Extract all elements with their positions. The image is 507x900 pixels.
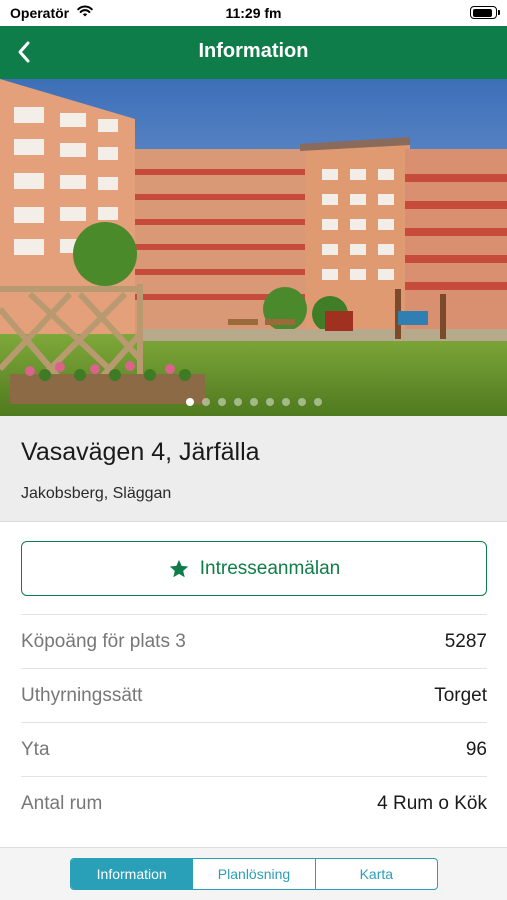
address-section: Vasavägen 4, Järfälla Jakobsberg, Slägga… bbox=[0, 416, 507, 522]
page-dot[interactable] bbox=[233, 398, 242, 406]
status-time: 11:29 fm bbox=[225, 5, 282, 21]
apartment-photo-carousel[interactable] bbox=[0, 79, 507, 416]
detail-label: Yta bbox=[21, 738, 50, 760]
page-dot[interactable] bbox=[217, 398, 226, 406]
detail-row: Köpoäng för plats 3 5287 bbox=[21, 614, 487, 668]
page-dot[interactable] bbox=[265, 398, 274, 406]
tab-information[interactable]: Information bbox=[71, 859, 193, 889]
interest-button-label: Intresseanmälan bbox=[199, 557, 341, 579]
detail-list: Köpoäng för plats 3 5287 Uthyrningssätt … bbox=[21, 614, 487, 830]
detail-value: 4 Rum o Kök bbox=[377, 792, 487, 814]
listing-area: Jakobsberg, Släggan bbox=[21, 485, 172, 502]
detail-value: 5287 bbox=[444, 630, 487, 652]
detail-row: Yta 96 bbox=[21, 722, 487, 776]
tab-floor-plan[interactable]: Planlösning bbox=[192, 859, 314, 889]
star-icon bbox=[169, 559, 188, 577]
page-dot[interactable] bbox=[249, 398, 258, 406]
apartment-photo bbox=[0, 79, 507, 416]
page-dot[interactable] bbox=[297, 398, 306, 406]
interest-registration-button[interactable]: Intresseanmälan bbox=[21, 541, 487, 596]
page-dot[interactable] bbox=[185, 398, 194, 406]
battery-icon bbox=[470, 6, 500, 19]
detail-label: Antal rum bbox=[21, 792, 103, 814]
detail-row: Uthyrningssätt Torget bbox=[21, 668, 487, 722]
detail-label: Uthyrningssätt bbox=[21, 684, 143, 706]
page-title: Information bbox=[198, 40, 309, 62]
page-dot[interactable] bbox=[313, 398, 322, 406]
page-dot[interactable] bbox=[201, 398, 210, 406]
detail-row: Antal rum 4 Rum o Kök bbox=[21, 776, 487, 830]
view-segmented-control: Information Planlösning Karta bbox=[70, 858, 438, 890]
tab-map[interactable]: Karta bbox=[314, 859, 437, 889]
battery-level bbox=[472, 8, 492, 17]
detail-label: Köpoäng för plats 3 bbox=[21, 630, 186, 652]
page-dot[interactable] bbox=[281, 398, 290, 406]
navigation-bar: Information bbox=[0, 26, 507, 79]
listing-address: Vasavägen 4, Järfälla bbox=[21, 438, 260, 466]
bottom-toolbar: Information Planlösning Karta bbox=[0, 847, 507, 900]
status-bar: Operatör 11:29 fm bbox=[0, 0, 507, 26]
page-indicator[interactable] bbox=[0, 398, 507, 406]
detail-value: 96 bbox=[465, 738, 487, 760]
detail-value: Torget bbox=[434, 684, 487, 706]
